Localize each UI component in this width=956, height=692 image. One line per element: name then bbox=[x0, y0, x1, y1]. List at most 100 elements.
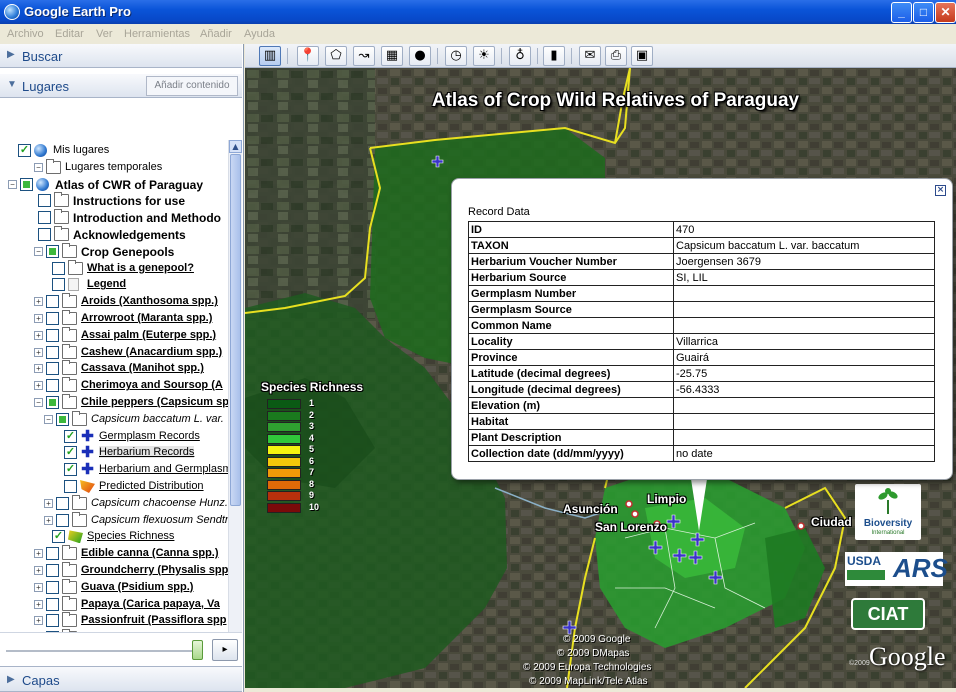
tree-item[interactable]: + Cashew (Anacardium spp.) bbox=[0, 343, 228, 361]
minimize-button[interactable]: _ bbox=[891, 2, 912, 23]
balloon-close-icon[interactable]: × bbox=[935, 185, 946, 196]
tree-item[interactable]: + Edible canna (Canna spp.) bbox=[0, 545, 228, 562]
overlay-icon[interactable]: ▦ bbox=[381, 46, 403, 66]
planets-icon[interactable]: ♁ bbox=[509, 46, 531, 66]
visibility-checkbox[interactable] bbox=[64, 480, 77, 493]
tree-item[interactable]: + Assai palm (Euterpe spp.) bbox=[0, 326, 228, 344]
tree-item[interactable]: + Cassava (Manihot spp.) bbox=[0, 360, 228, 377]
visibility-checkbox[interactable]: ✓ bbox=[64, 446, 77, 460]
visibility-checkbox[interactable] bbox=[46, 244, 59, 258]
tree-item[interactable]: − Chile peppers (Capsicum sp bbox=[0, 394, 228, 411]
visibility-checkbox[interactable] bbox=[52, 261, 65, 275]
close-button[interactable]: ✕ bbox=[935, 2, 956, 23]
tree-item[interactable]: + Aroids (Xanthosoma spp.) bbox=[0, 293, 228, 310]
expand-icon[interactable]: + bbox=[34, 582, 43, 592]
expand-icon[interactable]: + bbox=[44, 498, 53, 508]
tree-item[interactable]: + Passionfruit (Passiflora spp bbox=[0, 612, 228, 629]
tree-item[interactable]: + Capsicum chacoense Hunz. bbox=[0, 494, 228, 512]
visibility-checkbox[interactable] bbox=[46, 328, 59, 342]
email-icon[interactable]: ✉ bbox=[579, 46, 601, 66]
collapse-icon[interactable]: − bbox=[44, 414, 53, 424]
sunlight-icon[interactable]: ☀ bbox=[473, 46, 495, 66]
tree-item[interactable]: − Capsicum baccatum L. var. bbox=[0, 410, 228, 428]
menu-herramientas[interactable]: Herramientas bbox=[124, 28, 190, 40]
visibility-checkbox[interactable] bbox=[46, 312, 59, 325]
places-scrollbar[interactable]: ▲ ▼ bbox=[228, 140, 242, 676]
save-image-icon[interactable]: ▣ bbox=[631, 46, 653, 66]
visibility-checkbox[interactable] bbox=[56, 496, 69, 510]
opacity-slider-track[interactable] bbox=[6, 650, 196, 652]
tree-item[interactable]: − Atlas of CWR of Paraguay bbox=[0, 176, 228, 193]
opacity-slider-knob[interactable] bbox=[192, 640, 203, 660]
expand-icon[interactable]: + bbox=[34, 330, 43, 340]
placemark-icon[interactable]: 📍 bbox=[297, 46, 319, 66]
tree-item[interactable]: + Guava (Psidium spp.) bbox=[0, 578, 228, 596]
menu-ver[interactable]: Ver bbox=[96, 28, 113, 40]
collapse-icon[interactable]: − bbox=[34, 246, 43, 256]
print-icon[interactable]: ⎙ bbox=[605, 46, 627, 66]
tree-item[interactable]: + Papaya (Carica papaya, Va bbox=[0, 595, 228, 613]
expand-icon[interactable]: + bbox=[44, 515, 53, 525]
collapse-icon[interactable]: − bbox=[34, 162, 43, 172]
expand-icon[interactable]: + bbox=[34, 599, 43, 609]
ruler-icon[interactable]: ▮ bbox=[543, 46, 565, 66]
expand-icon[interactable]: + bbox=[34, 381, 43, 391]
tree-item[interactable]: Legend bbox=[0, 276, 228, 293]
tree-item[interactable]: + Groundcherry (Physalis spp bbox=[0, 562, 228, 579]
expand-icon[interactable]: + bbox=[34, 297, 43, 307]
visibility-checkbox[interactable] bbox=[46, 597, 59, 611]
menu-archivo[interactable]: Archivo bbox=[7, 28, 44, 40]
tree-item[interactable]: − Crop Genepools bbox=[0, 242, 228, 260]
tour-icon[interactable]: ● bbox=[409, 46, 431, 66]
collapse-icon[interactable]: − bbox=[8, 179, 17, 189]
tree-item[interactable]: Introduction and Methodo bbox=[0, 209, 228, 226]
visibility-checkbox[interactable] bbox=[38, 211, 51, 225]
tree-item[interactable]: + Cherimoya and Soursop (A bbox=[0, 377, 228, 394]
visibility-checkbox[interactable] bbox=[46, 564, 59, 577]
visibility-checkbox[interactable] bbox=[46, 396, 59, 409]
expand-icon[interactable]: + bbox=[34, 364, 43, 374]
tree-item[interactable]: ✓ ✚ Herbarium Records bbox=[0, 444, 228, 461]
expand-icon[interactable]: + bbox=[34, 566, 43, 575]
menu-ayuda[interactable]: Ayuda bbox=[244, 28, 275, 40]
expand-icon[interactable]: + bbox=[34, 314, 43, 323]
visibility-checkbox[interactable] bbox=[46, 547, 59, 561]
scroll-thumb[interactable] bbox=[230, 154, 241, 506]
collapse-icon[interactable]: − bbox=[34, 398, 43, 407]
tree-item[interactable]: − Lugares temporales bbox=[0, 158, 228, 176]
tree-item[interactable]: ✓ ✚ Germplasm Records bbox=[0, 428, 228, 445]
visibility-checkbox[interactable] bbox=[52, 278, 65, 292]
polygon-icon[interactable]: ⬠ bbox=[325, 46, 347, 66]
tree-item[interactable]: + Capsicum flexuosum Sendtn. bbox=[0, 511, 228, 529]
expand-icon[interactable]: + bbox=[34, 347, 43, 357]
visibility-checkbox[interactable] bbox=[46, 295, 59, 309]
tree-item[interactable]: + Arrowroot (Maranta spp.) bbox=[0, 310, 228, 327]
expand-icon[interactable]: + bbox=[34, 549, 43, 559]
visibility-checkbox[interactable] bbox=[46, 614, 59, 628]
maximize-button[interactable]: □ bbox=[913, 2, 934, 23]
layers-panel-header[interactable]: ▶ Capas bbox=[0, 666, 242, 692]
visibility-checkbox[interactable]: ✓ bbox=[18, 144, 31, 157]
historical-imagery-icon[interactable]: ◷ bbox=[445, 46, 467, 66]
menu-editar[interactable]: Editar bbox=[55, 28, 84, 40]
visibility-checkbox[interactable]: ✓ bbox=[64, 463, 77, 477]
visibility-checkbox[interactable] bbox=[20, 177, 33, 191]
search-panel-header[interactable]: ▶ Buscar bbox=[0, 44, 242, 68]
path-icon[interactable]: ↝ bbox=[353, 46, 375, 66]
tree-item[interactable]: Acknowledgements bbox=[0, 226, 228, 243]
sidebar-icon[interactable]: ▥ bbox=[259, 46, 281, 66]
visibility-checkbox[interactable]: ✓ bbox=[52, 530, 65, 544]
expand-icon[interactable]: + bbox=[34, 616, 43, 626]
menu-anadir[interactable]: Añadir bbox=[200, 28, 232, 40]
visibility-checkbox[interactable] bbox=[46, 362, 59, 376]
visibility-checkbox[interactable] bbox=[38, 194, 51, 208]
tree-item[interactable]: ✓ Species Richness bbox=[0, 528, 228, 545]
visibility-checkbox[interactable] bbox=[46, 379, 59, 393]
tree-item[interactable]: Instructions for use bbox=[0, 192, 228, 209]
scroll-up-icon[interactable]: ▲ bbox=[229, 140, 242, 153]
tree-item[interactable]: ✓ Mis lugares bbox=[0, 142, 228, 159]
visibility-checkbox[interactable] bbox=[56, 412, 69, 426]
visibility-checkbox[interactable]: ✓ bbox=[64, 429, 77, 443]
map-view[interactable]: Atlas of Crop Wild Relatives of Paraguay… bbox=[245, 68, 956, 688]
tree-item[interactable]: ✓ ✚ Herbarium and Germplasm bbox=[0, 461, 228, 478]
